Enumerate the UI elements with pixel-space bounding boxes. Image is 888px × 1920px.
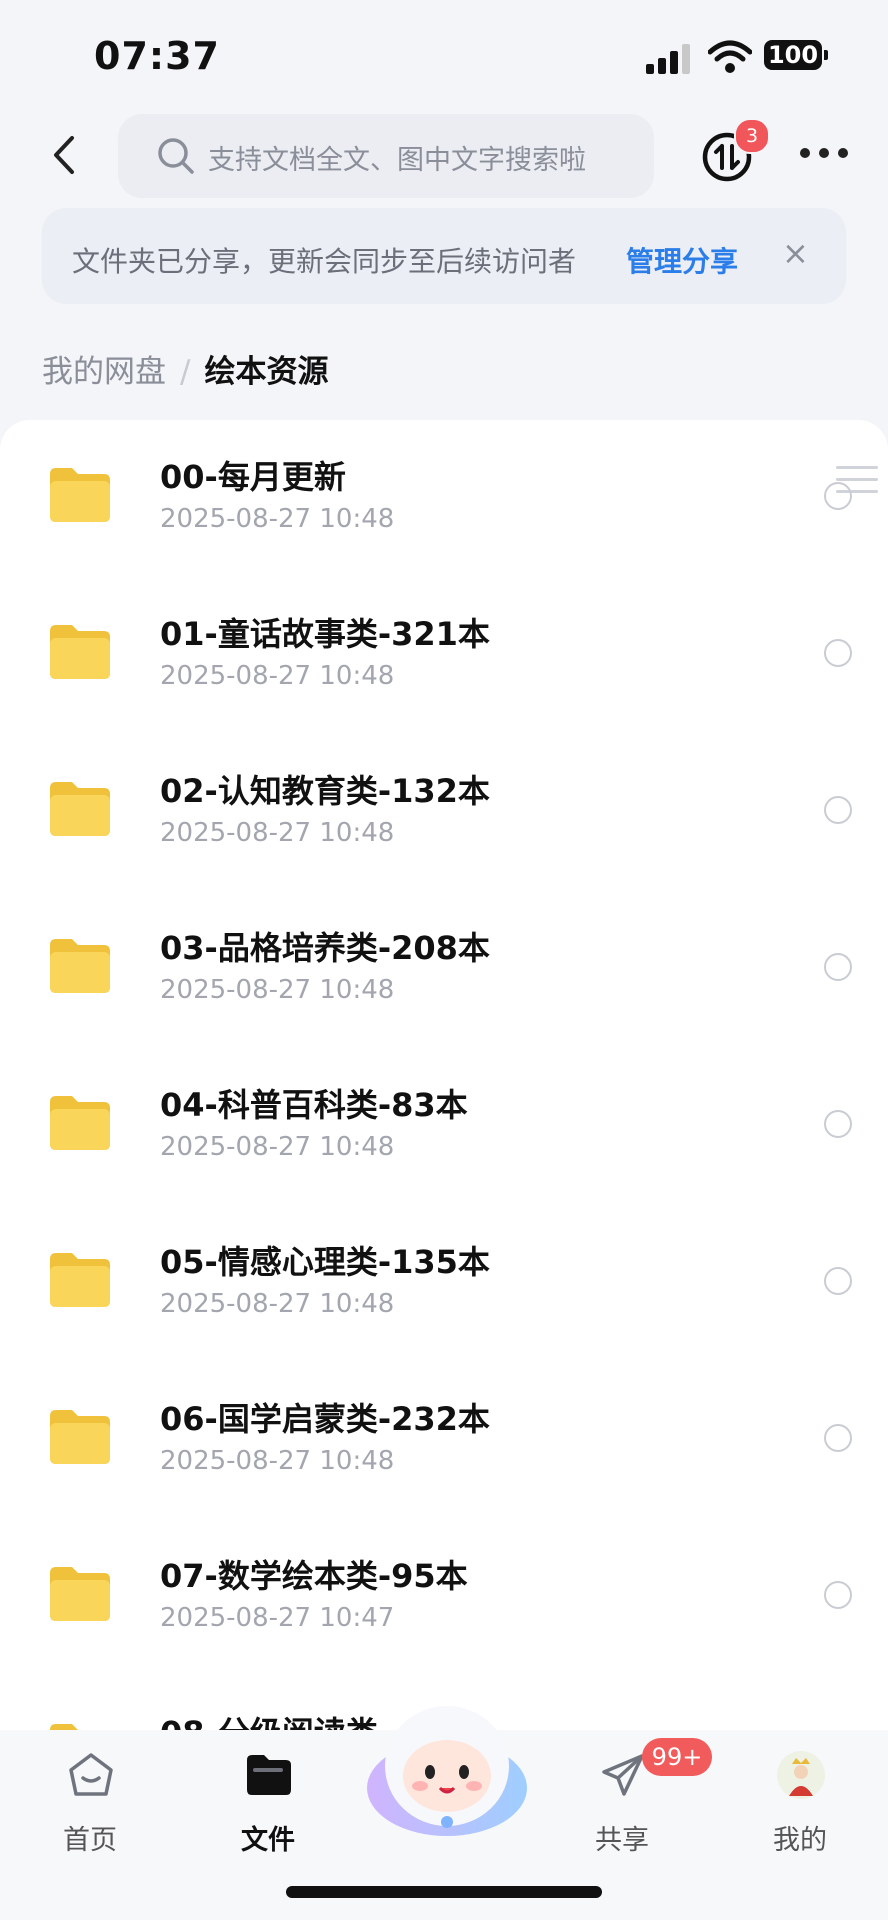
folder-icon — [50, 1253, 110, 1307]
select-radio[interactable] — [824, 796, 852, 824]
file-date: 2025-08-27 10:48 — [160, 818, 395, 848]
select-radio[interactable] — [824, 1267, 852, 1295]
file-name: 05-情感心理类-135本 — [160, 1243, 490, 1281]
tab-home-label: 首页 — [63, 1825, 117, 1856]
select-radio[interactable] — [824, 482, 852, 510]
close-icon[interactable]: × — [782, 234, 809, 272]
tab-files[interactable]: 文件 — [208, 1730, 328, 1870]
tab-share-label: 共享 — [595, 1825, 649, 1856]
breadcrumb: 我的网盘 / 绘本资源 — [42, 346, 328, 391]
breadcrumb-separator: / — [180, 354, 191, 390]
file-date: 2025-08-27 10:48 — [160, 661, 395, 691]
file-name: 01-童话故事类-321本 — [160, 615, 490, 653]
select-radio[interactable] — [824, 1581, 852, 1609]
breadcrumb-root[interactable]: 我的网盘 — [42, 354, 166, 390]
list-item[interactable]: 00-每月更新 2025-08-27 10:48 — [0, 420, 888, 577]
ai-assistant-mascot-icon[interactable] — [364, 1700, 530, 1840]
home-icon — [69, 1753, 113, 1796]
breadcrumb-current: 绘本资源 — [204, 354, 329, 390]
file-name: 00-每月更新 — [160, 458, 346, 496]
file-list: 00-每月更新 2025-08-27 10:48 01-童话故事类-321本 2… — [0, 420, 888, 1730]
share-badge: 99+ — [642, 1738, 712, 1776]
folder-icon — [50, 1724, 104, 1730]
manage-share-link[interactable]: 管理分享 — [626, 240, 738, 280]
file-date: 2025-08-27 10:48 — [160, 1289, 395, 1319]
folder-icon — [50, 468, 110, 522]
signal-icon — [646, 44, 690, 74]
select-radio[interactable] — [824, 1110, 852, 1138]
file-name: 02-认知教育类-132本 — [160, 772, 490, 810]
list-item[interactable]: 07-数学绘本类-95本 2025-08-27 10:47 — [0, 1519, 888, 1676]
folder-icon — [50, 1096, 110, 1150]
select-radio[interactable] — [824, 1424, 852, 1452]
list-item[interactable]: 05-情感心理类-135本 2025-08-27 10:48 — [0, 1205, 888, 1362]
tab-home[interactable]: 首页 — [30, 1730, 150, 1870]
tab-me-label: 我的 — [773, 1825, 827, 1856]
file-name: 04-科普百科类-83本 — [160, 1086, 468, 1124]
select-radio[interactable] — [824, 639, 852, 667]
search-input[interactable]: 支持文档全文、图中文字搜索啦 — [118, 114, 654, 198]
file-name: 03-品格培养类-208本 — [160, 929, 490, 967]
file-date: 2025-08-27 10:48 — [160, 504, 395, 534]
file-date: 2025-08-27 10:47 — [160, 1603, 395, 1633]
list-item[interactable]: 03-品格培养类-208本 2025-08-27 10:48 — [0, 891, 888, 1048]
home-indicator — [286, 1886, 602, 1898]
file-date: 2025-08-27 10:48 — [160, 975, 395, 1005]
list-item[interactable]: 01-童话故事类-321本 2025-08-27 10:48 — [0, 577, 888, 734]
battery-icon: 100 — [764, 40, 828, 70]
avatar — [777, 1751, 825, 1799]
list-item[interactable]: 02-认知教育类-132本 2025-08-27 10:48 — [0, 734, 888, 891]
paper-plane-icon — [602, 1754, 644, 1796]
wifi-icon — [708, 40, 752, 73]
folder-icon — [50, 1410, 110, 1464]
tab-files-label: 文件 — [241, 1825, 295, 1856]
share-banner: 文件夹已分享，更新会同步至后续访问者 管理分享 × — [42, 208, 846, 304]
back-icon[interactable] — [44, 130, 84, 180]
file-date: 2025-08-27 10:48 — [160, 1446, 395, 1476]
search-placeholder: 支持文档全文、图中文字搜索啦 — [208, 145, 586, 176]
file-date: 2025-08-27 10:48 — [160, 1132, 395, 1162]
file-name: 07-数学绘本类-95本 — [160, 1557, 468, 1595]
more-icon[interactable] — [800, 148, 848, 162]
folder-icon — [50, 1567, 110, 1621]
list-item[interactable]: 06-国学启蒙类-232本 2025-08-27 10:48 — [0, 1362, 888, 1519]
status-bar: 07:37 100 — [0, 0, 888, 110]
folder-icon — [50, 625, 110, 679]
status-time: 07:37 — [94, 34, 220, 78]
banner-text: 文件夹已分享，更新会同步至后续访问者 — [72, 245, 577, 278]
list-item[interactable]: 04-科普百科类-83本 2025-08-27 10:48 — [0, 1048, 888, 1205]
folder-tab-icon — [247, 1755, 291, 1795]
tab-me[interactable]: 我的 — [740, 1730, 860, 1870]
file-name: 06-国学启蒙类-232本 — [160, 1400, 490, 1438]
select-radio[interactable] — [824, 953, 852, 981]
folder-icon — [50, 782, 110, 836]
transfer-badge: 3 — [734, 118, 770, 154]
folder-icon — [50, 939, 110, 993]
search-icon — [158, 138, 194, 174]
file-name: 08-分级阅读类- — [160, 1708, 391, 1730]
